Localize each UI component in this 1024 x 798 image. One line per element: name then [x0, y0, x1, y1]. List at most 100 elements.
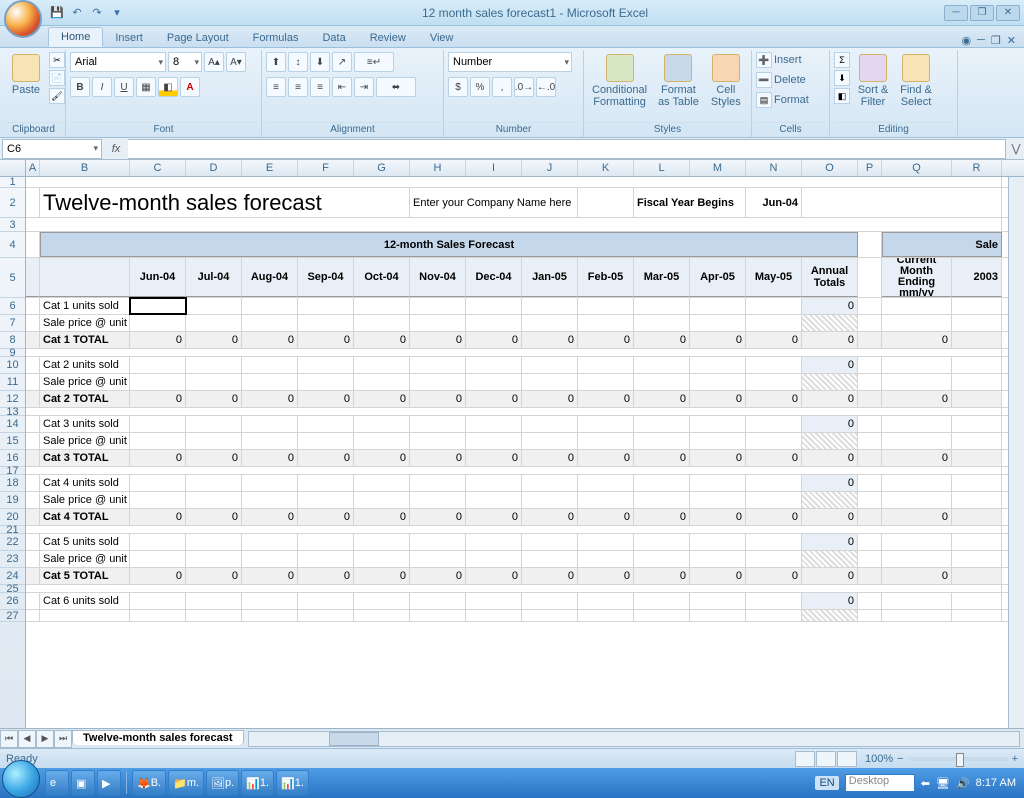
zoom-out-icon[interactable]: −: [897, 753, 903, 765]
cell[interactable]: Aug-04: [242, 258, 298, 297]
cell[interactable]: [690, 593, 746, 609]
cell[interactable]: Enter your Company Name here: [410, 188, 578, 217]
cell[interactable]: [952, 332, 1002, 348]
cell[interactable]: [858, 492, 882, 508]
cell[interactable]: [882, 593, 952, 609]
row-header[interactable]: 21: [0, 526, 25, 534]
cell[interactable]: [522, 610, 578, 621]
col-header[interactable]: I: [466, 160, 522, 176]
cell[interactable]: [858, 551, 882, 567]
currency-icon[interactable]: $: [448, 77, 468, 97]
cell[interactable]: [634, 433, 690, 449]
cell[interactable]: [354, 315, 410, 331]
taskbar-explorer-icon[interactable]: ▣: [71, 770, 95, 796]
cell[interactable]: [952, 433, 1002, 449]
cell[interactable]: [466, 534, 522, 550]
cell[interactable]: 0: [802, 593, 858, 609]
name-box[interactable]: C6: [2, 139, 102, 159]
cell[interactable]: [186, 357, 242, 373]
fill-icon[interactable]: ⬇: [834, 70, 850, 86]
cell[interactable]: 0: [802, 534, 858, 550]
col-header[interactable]: M: [690, 160, 746, 176]
cell[interactable]: [130, 610, 186, 621]
vscrollbar[interactable]: [1008, 177, 1024, 728]
cell[interactable]: [466, 416, 522, 432]
cell[interactable]: 12-month Sales Forecast: [40, 232, 858, 257]
taskbar-item[interactable]: 📁 m.: [168, 770, 204, 796]
cell[interactable]: 0: [802, 568, 858, 584]
cell[interactable]: [858, 433, 882, 449]
cell[interactable]: [522, 433, 578, 449]
cell[interactable]: 0: [746, 509, 802, 525]
cell[interactable]: 0: [746, 332, 802, 348]
cell[interactable]: 0: [298, 332, 354, 348]
cell[interactable]: Cat 3 units sold: [40, 416, 130, 432]
cell[interactable]: [186, 610, 242, 621]
cell[interactable]: [882, 374, 952, 390]
cell[interactable]: [634, 475, 690, 491]
cell[interactable]: Sale: [882, 232, 1002, 257]
tray-icon[interactable]: 🔊: [956, 777, 970, 790]
redo-icon[interactable]: ↷: [88, 4, 106, 22]
cell[interactable]: 0: [746, 391, 802, 407]
cell[interactable]: [130, 315, 186, 331]
cell[interactable]: 0: [298, 509, 354, 525]
cell[interactable]: [130, 374, 186, 390]
cell[interactable]: [690, 315, 746, 331]
cell[interactable]: [242, 475, 298, 491]
indent-dec-icon[interactable]: ⇤: [332, 77, 352, 97]
tab-data[interactable]: Data: [310, 29, 357, 47]
row-header[interactable]: 1: [0, 177, 25, 188]
merge-center-button[interactable]: ⬌: [376, 77, 416, 97]
cell[interactable]: [746, 610, 802, 621]
cell[interactable]: [952, 568, 1002, 584]
cell[interactable]: Current Month Ending mm/yy: [882, 258, 952, 297]
cell[interactable]: 0: [802, 298, 858, 314]
cell[interactable]: 0: [242, 568, 298, 584]
cell[interactable]: [578, 475, 634, 491]
cell[interactable]: 0: [130, 332, 186, 348]
cell[interactable]: [410, 357, 466, 373]
taskbar-item[interactable]: 🖼 p.: [206, 770, 239, 796]
cell[interactable]: [354, 298, 410, 314]
cell[interactable]: Jun-04: [746, 188, 802, 217]
cell[interactable]: Twelve-month sales forecast: [40, 188, 410, 217]
cell[interactable]: Jun-04: [130, 258, 186, 297]
cell[interactable]: [298, 433, 354, 449]
cell[interactable]: 0: [802, 475, 858, 491]
cell[interactable]: 0: [186, 509, 242, 525]
zoom-in-icon[interactable]: +: [1012, 753, 1018, 765]
cell[interactable]: [186, 593, 242, 609]
cell[interactable]: [26, 492, 40, 508]
cell[interactable]: [186, 374, 242, 390]
cell[interactable]: [26, 526, 1002, 533]
cell[interactable]: 0: [466, 391, 522, 407]
sheet-nav-next[interactable]: ▶: [36, 730, 54, 748]
cell[interactable]: [802, 610, 858, 621]
cell[interactable]: [186, 315, 242, 331]
cell[interactable]: 0: [578, 568, 634, 584]
cell[interactable]: [882, 433, 952, 449]
fx-icon[interactable]: fx: [107, 140, 125, 158]
cell[interactable]: [690, 357, 746, 373]
col-header[interactable]: O: [802, 160, 858, 176]
cell[interactable]: [26, 391, 40, 407]
font-size-combo[interactable]: 8: [168, 52, 202, 72]
cell[interactable]: [298, 593, 354, 609]
cell[interactable]: [690, 534, 746, 550]
autosum-icon[interactable]: Σ: [834, 52, 850, 68]
cell[interactable]: 0: [242, 450, 298, 466]
cell[interactable]: 2003: [952, 258, 1002, 297]
find-select-button[interactable]: Find & Select: [896, 52, 936, 110]
cell[interactable]: [242, 315, 298, 331]
view-layout-icon[interactable]: [816, 751, 836, 767]
cell[interactable]: [746, 433, 802, 449]
cell[interactable]: [298, 357, 354, 373]
cell[interactable]: [578, 610, 634, 621]
cell[interactable]: [298, 534, 354, 550]
cell[interactable]: Apr-05: [690, 258, 746, 297]
cut-icon[interactable]: ✂: [49, 52, 65, 68]
tab-page-layout[interactable]: Page Layout: [155, 29, 241, 47]
cell[interactable]: 0: [690, 509, 746, 525]
cell[interactable]: [354, 492, 410, 508]
